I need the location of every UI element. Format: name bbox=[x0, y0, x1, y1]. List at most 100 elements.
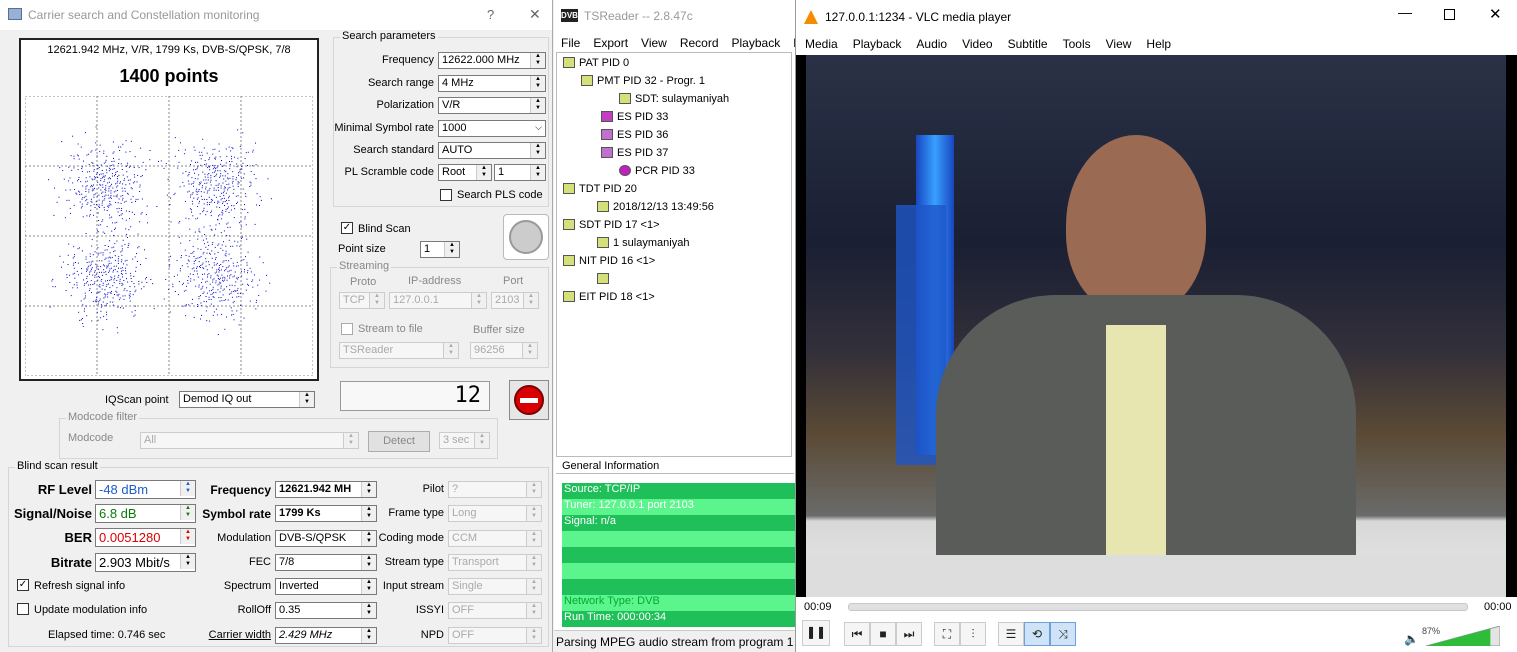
pl-scramble-mode-select[interactable]: Root ▲ ▼ bbox=[438, 164, 492, 181]
vlc-menu-video[interactable]: Video bbox=[962, 37, 992, 51]
vlc-close-button[interactable]: ✕ bbox=[1489, 5, 1502, 23]
tree-node-es-37[interactable]: ES PID 37 bbox=[601, 147, 668, 159]
issyi-select[interactable]: OFF ▲ ▼ bbox=[448, 602, 542, 619]
npd-select[interactable]: OFF ▲ ▼ bbox=[448, 627, 542, 644]
tree-node-pat[interactable]: PAT PID 0 bbox=[563, 57, 629, 69]
carrier-width-label[interactable]: Carrier width bbox=[200, 629, 271, 641]
tree-node-eit[interactable]: EIT PID 18 <1> bbox=[563, 291, 655, 303]
pid-icon bbox=[597, 237, 609, 248]
ip-address-input[interactable]: 127.0.0.1 ▲ ▼ bbox=[389, 292, 487, 309]
polarization-select[interactable]: V/R ▲ ▼ bbox=[438, 97, 546, 114]
vlc-menu-subtitle[interactable]: Subtitle bbox=[1008, 37, 1048, 51]
menu-export[interactable]: Export bbox=[593, 36, 628, 50]
gi-row bbox=[562, 531, 795, 547]
point-size-input[interactable]: 1 ▲ ▼ bbox=[420, 241, 460, 258]
proto-label: Proto bbox=[350, 276, 377, 288]
seek-bar[interactable] bbox=[848, 603, 1468, 611]
speaker-icon[interactable]: 🔈 bbox=[1404, 632, 1419, 646]
pl-scramble-value-input[interactable]: 1 ▲ ▼ bbox=[494, 164, 546, 181]
vlc-menu-media[interactable]: Media bbox=[805, 37, 838, 51]
stream-to-file-checkbox[interactable] bbox=[341, 323, 353, 335]
refresh-signal-label: Refresh signal info bbox=[34, 580, 126, 592]
update-modulation-checkbox[interactable] bbox=[17, 603, 29, 615]
tree-node-tdt[interactable]: TDT PID 20 bbox=[563, 183, 637, 195]
spectrum-select[interactable]: Inverted ▲ ▼ bbox=[275, 578, 377, 595]
loop-button[interactable]: ⟲ bbox=[1024, 622, 1050, 646]
tree-node-nit[interactable]: NIT PID 16 <1> bbox=[563, 255, 655, 267]
stop-button[interactable] bbox=[509, 380, 549, 420]
tsreader-status-bar: Parsing MPEG audio stream from program 1… bbox=[554, 630, 795, 652]
minimize-button[interactable]: — bbox=[1398, 4, 1412, 20]
vlc-menu-tools[interactable]: Tools bbox=[1063, 37, 1091, 51]
shuffle-icon: ⤨ bbox=[1058, 627, 1068, 641]
tree-node-es-33[interactable]: ES PID 33 bbox=[601, 111, 668, 123]
stop-playback-button[interactable]: ■ bbox=[870, 622, 896, 646]
frame-type-select[interactable]: Long ▲ ▼ bbox=[448, 505, 542, 522]
iqscan-select[interactable]: Demod IQ out ▲ ▼ bbox=[179, 391, 315, 408]
vlc-menu-playback[interactable]: Playback bbox=[853, 37, 902, 51]
stream-type-select[interactable]: Transport ▲ ▼ bbox=[448, 554, 542, 571]
coding-mode-select[interactable]: CCM ▲ ▼ bbox=[448, 530, 542, 547]
input-stream-select[interactable]: Single ▲ ▼ bbox=[448, 578, 542, 595]
pid-icon bbox=[563, 219, 575, 230]
pilot-select[interactable]: ? ▲ ▼ bbox=[448, 481, 542, 498]
buffer-size-input[interactable]: 96256 ▲ ▼ bbox=[470, 342, 538, 359]
tree-node-sdt-name[interactable]: SDT: sulaymaniyah bbox=[619, 93, 729, 105]
extended-settings-button[interactable]: ⫶ bbox=[960, 622, 986, 646]
search-range-input[interactable]: 4 MHz ▲ ▼ bbox=[438, 75, 546, 92]
blind-scan-checkbox[interactable]: ✓ bbox=[341, 222, 353, 234]
vlc-menu-help[interactable]: Help bbox=[1146, 37, 1171, 51]
volume-slider[interactable] bbox=[1425, 625, 1501, 647]
menu-file[interactable]: File bbox=[561, 36, 580, 50]
tree-node-tdt-time[interactable]: 2018/12/13 13:49:56 bbox=[597, 201, 714, 213]
vlc-menu-view[interactable]: View bbox=[1106, 37, 1132, 51]
proto-select[interactable]: TCP ▲ ▼ bbox=[339, 292, 385, 309]
tree-node-sdt-service[interactable]: 1 sulaymaniyah bbox=[597, 237, 689, 249]
stream-type-label: Stream type bbox=[384, 556, 444, 568]
pause-button[interactable]: ❚❚ bbox=[802, 620, 830, 646]
search-pls-checkbox[interactable] bbox=[440, 189, 452, 201]
modcode-select[interactable]: All ▲ ▼ bbox=[140, 432, 359, 449]
tree-node-pcr[interactable]: PCR PID 33 bbox=[619, 165, 695, 177]
streaming-title: Streaming bbox=[337, 260, 392, 272]
ip-address-label: IP-address bbox=[408, 275, 462, 287]
satellite-dish-icon[interactable] bbox=[503, 214, 549, 260]
playlist-button[interactable]: ☰ bbox=[998, 622, 1024, 646]
audio-icon bbox=[601, 129, 613, 140]
modcode-seconds-input[interactable]: 3 sec ▲ ▼ bbox=[439, 432, 490, 449]
vlc-menu-audio[interactable]: Audio bbox=[916, 37, 947, 51]
min-symbol-rate-select[interactable]: 1000 ⌵ bbox=[438, 120, 546, 137]
carrier-search-window: Carrier search and Constellation monitor… bbox=[0, 0, 553, 652]
maximize-button[interactable] bbox=[1444, 9, 1455, 20]
blind-scan-label: Blind Scan bbox=[358, 223, 411, 235]
help-button[interactable]: ? bbox=[487, 7, 494, 22]
detect-button[interactable]: Detect bbox=[368, 431, 430, 452]
rolloff-label: RollOff bbox=[237, 604, 271, 616]
previous-button[interactable]: ⏮ bbox=[844, 622, 870, 646]
menu-view[interactable]: View bbox=[641, 36, 667, 50]
menu-playback[interactable]: Playback bbox=[732, 36, 781, 50]
close-button[interactable]: ✕ bbox=[529, 6, 541, 23]
tree-node-sdt[interactable]: SDT PID 17 <1> bbox=[563, 219, 660, 231]
fullscreen-button[interactable]: ⛶ bbox=[934, 622, 960, 646]
video-frame[interactable] bbox=[796, 55, 1517, 597]
fec-select[interactable]: 7/8 ▲ ▼ bbox=[275, 554, 377, 571]
refresh-signal-checkbox[interactable]: ✓ bbox=[17, 579, 29, 591]
stream-target-select[interactable]: TSReader ▲ ▼ bbox=[339, 342, 459, 359]
time-elapsed: 00:09 bbox=[804, 601, 832, 613]
frequency-input[interactable]: 12622.000 MHz ▲ ▼ bbox=[438, 52, 546, 69]
pl-scramble-label: PL Scramble code bbox=[344, 166, 434, 178]
result-symbol-rate-label: Symbol rate bbox=[202, 507, 271, 521]
modulation-select[interactable]: DVB-S/QPSK ▲ ▼ bbox=[275, 530, 377, 547]
shuffle-button[interactable]: ⤨ bbox=[1050, 622, 1076, 646]
next-button[interactable]: ⏭ bbox=[896, 622, 922, 646]
tree-node-es-36[interactable]: ES PID 36 bbox=[601, 129, 668, 141]
stop-icon bbox=[514, 385, 544, 415]
search-standard-select[interactable]: AUTO ▲ ▼ bbox=[438, 142, 546, 159]
port-input[interactable]: 2103 ▲ ▼ bbox=[491, 292, 539, 309]
tree-node-nit-child[interactable] bbox=[597, 273, 613, 285]
tree-node-pmt[interactable]: PMT PID 32 - Progr. 1 bbox=[581, 75, 705, 87]
port-label: Port bbox=[503, 275, 524, 287]
rolloff-select[interactable]: 0.35 ▲ ▼ bbox=[275, 602, 377, 619]
menu-record[interactable]: Record bbox=[680, 36, 719, 50]
